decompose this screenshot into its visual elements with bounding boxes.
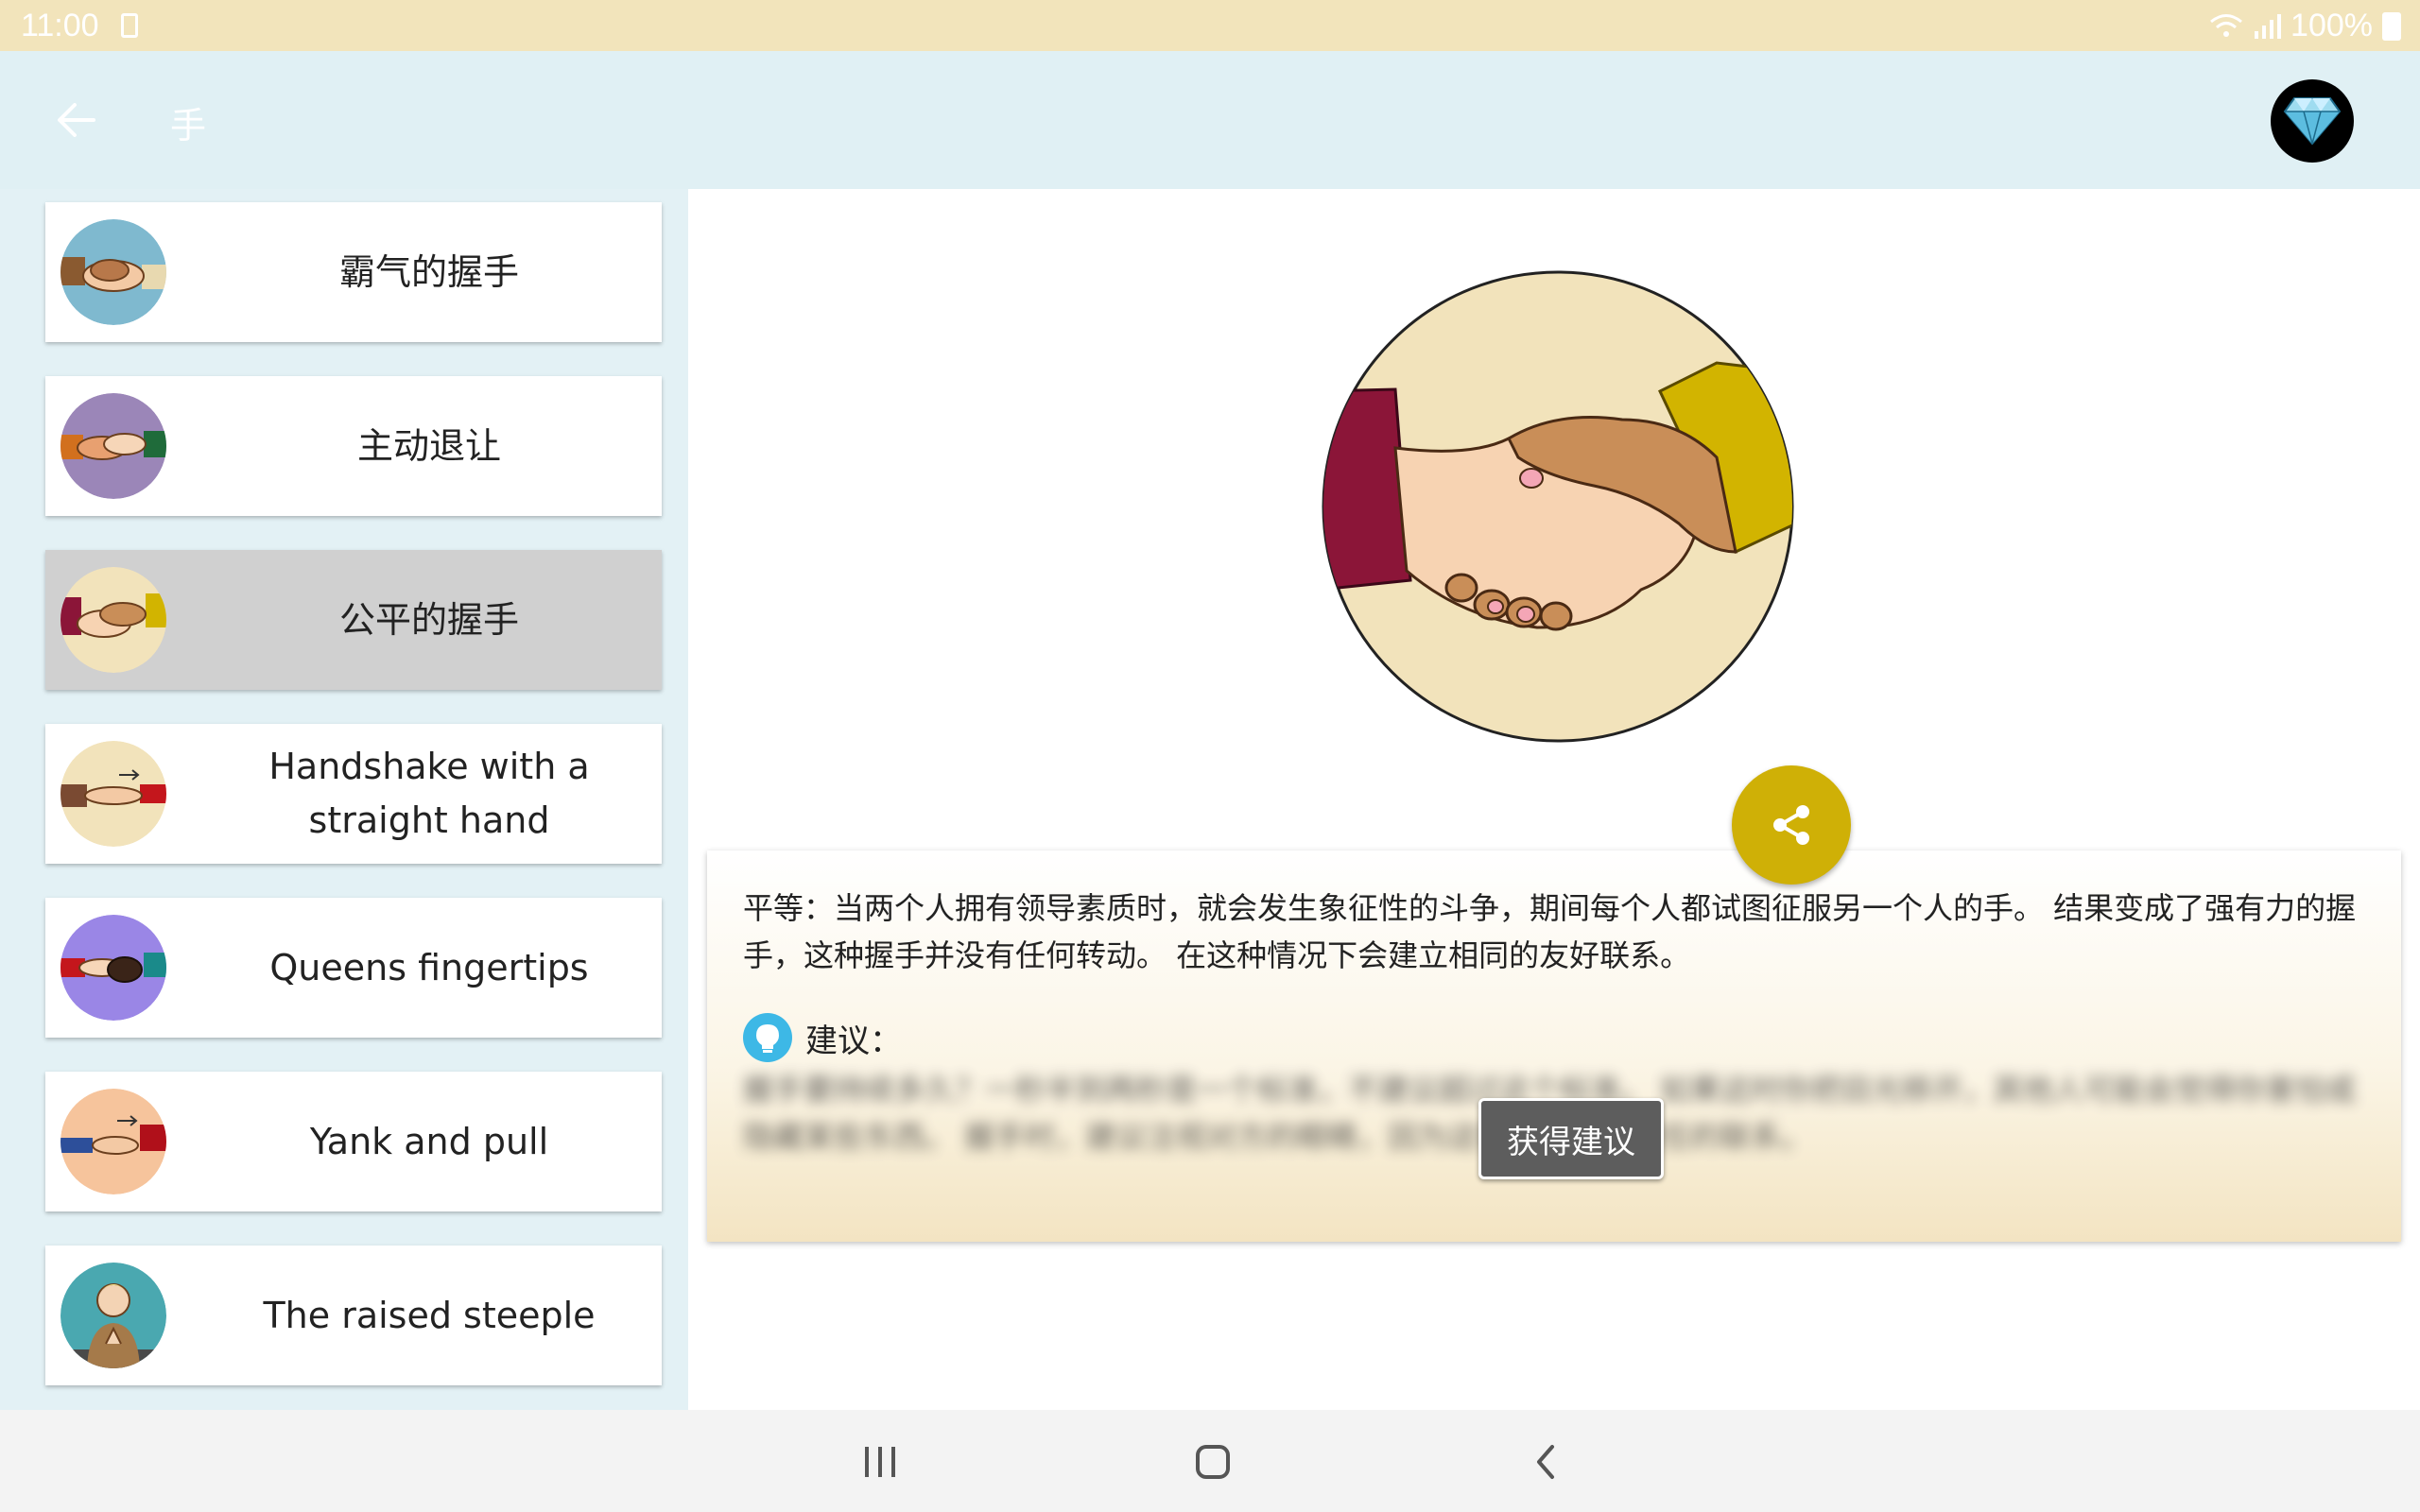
handshake-thumbnail — [60, 567, 166, 673]
share-icon — [1773, 805, 1809, 845]
back-button[interactable] — [45, 89, 108, 151]
steeple-thumbnail — [60, 1263, 166, 1368]
list-item-active-yield[interactable]: 主动退让 — [45, 376, 662, 516]
advice-label: 建议： — [805, 1022, 902, 1060]
arrow-left-icon — [58, 103, 95, 137]
home-button[interactable] — [1180, 1429, 1246, 1495]
premium-button[interactable] — [2271, 79, 2354, 163]
list-item-fair-handshake[interactable]: 公平的握手 — [45, 550, 662, 690]
status-time: 11:00 — [21, 8, 99, 43]
status-right: 100% — [2209, 8, 2401, 44]
list-item-label: Yank and pull — [309, 1120, 549, 1162]
description-card: 平等：当两个人拥有领导素质时，就会发生象征性的斗争，期间每个人都试图征服另一个人… — [707, 850, 2401, 1242]
handshake-thumbnail — [60, 393, 166, 499]
list-item-yank-and-pull[interactable]: Yank and pull — [45, 1072, 662, 1211]
system-nav-bar — [0, 1410, 2420, 1512]
recent-apps-icon — [865, 1447, 895, 1477]
page-title: 手 — [170, 105, 207, 146]
advice-header: 建议： — [743, 1013, 902, 1062]
recent-apps-button[interactable] — [847, 1429, 913, 1495]
list-item-label: 主动退让 — [356, 424, 501, 467]
status-bar: 11:00 100% — [0, 0, 2420, 51]
list-item-queens-fingertips[interactable]: Queens fingertips — [45, 898, 662, 1038]
signal-icon — [2255, 13, 2282, 39]
diamond-icon — [2283, 97, 2342, 146]
share-button[interactable] — [1732, 765, 1851, 885]
get-advice-button[interactable]: 获得建议 — [1478, 1098, 1664, 1179]
app-bar: 手 — [0, 51, 2420, 189]
list-item-label: 公平的握手 — [338, 598, 519, 641]
nav-back-button[interactable] — [1512, 1429, 1579, 1495]
list-item-label: The raised steeple — [263, 1294, 596, 1336]
list-item-label: Queens fingertips — [269, 946, 589, 988]
list-item-straight-hand[interactable]: Handshake with a straight hand — [45, 724, 662, 864]
battery-icon — [2382, 11, 2401, 41]
handshake-thumbnail — [60, 915, 166, 1021]
list-item-raised-steeple[interactable]: The raised steeple — [45, 1246, 662, 1385]
list-item-label: Handshake with a straight hand — [268, 746, 590, 841]
lightbulb-icon — [743, 1013, 792, 1062]
description-text: 平等：当两个人拥有领导素质时，就会发生象征性的斗争，期间每个人都试图征服另一个人… — [743, 890, 2357, 973]
handshake-illustration — [1322, 270, 1794, 743]
sidebar-list: 霸气的握手 主动退让 公平的握手 Handshake with a straig… — [0, 189, 688, 1410]
detail-panel: 平等：当两个人拥有领导素质时，就会发生象征性的斗争，期间每个人都试图征服另一个人… — [688, 189, 2420, 1410]
handshake-thumbnail — [60, 1089, 166, 1194]
battery-percent: 100% — [2290, 8, 2373, 43]
battery-mini-icon — [121, 13, 138, 38]
wifi-icon — [2210, 13, 2242, 37]
list-item-label: 霸气的握手 — [338, 250, 519, 293]
home-icon — [1196, 1445, 1230, 1479]
handshake-thumbnail — [60, 219, 166, 325]
handshake-thumbnail — [60, 741, 166, 847]
back-chevron-icon — [1537, 1445, 1554, 1479]
list-item-dominant-handshake[interactable]: 霸气的握手 — [45, 202, 662, 342]
